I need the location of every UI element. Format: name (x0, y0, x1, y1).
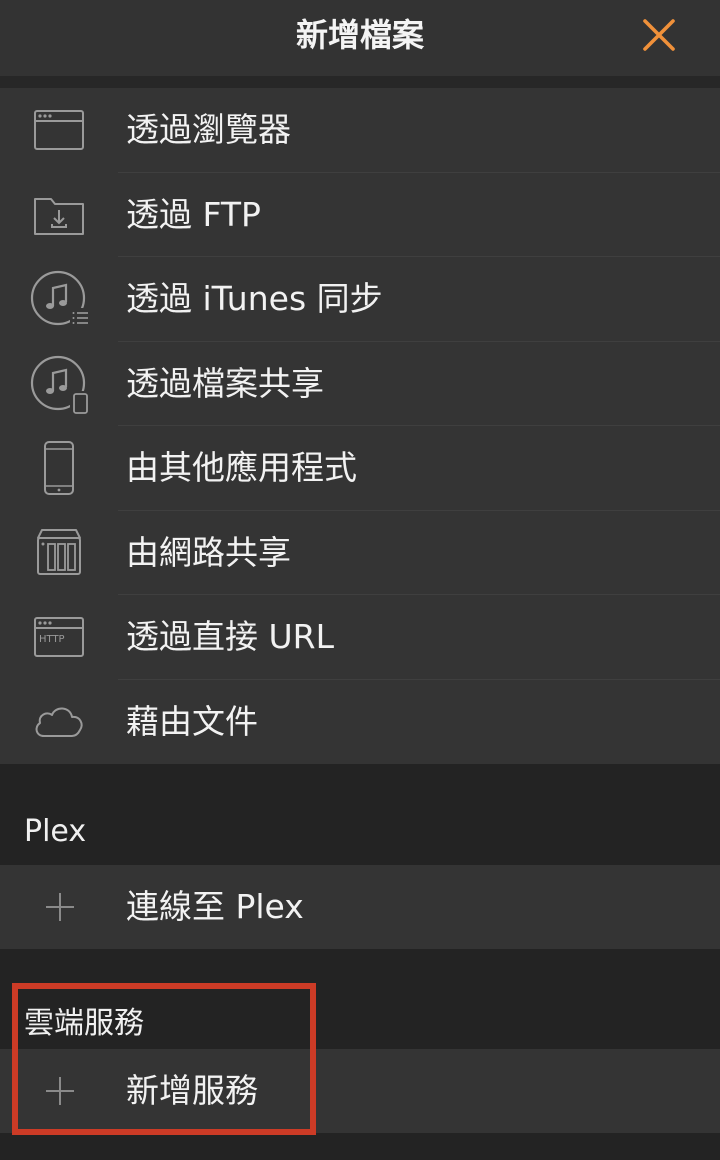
menu-item-label: 透過檔案共享 (126, 363, 324, 403)
browser-window-icon (28, 99, 90, 161)
http-window-icon: HTTP (28, 606, 90, 668)
svg-text:HTTP: HTTP (39, 634, 65, 645)
cloud-icon (28, 691, 90, 753)
menu-item-label: 由其他應用程式 (126, 448, 357, 487)
close-icon (643, 19, 675, 51)
menu-item-label: 藉由文件 (126, 701, 258, 741)
menu-item-ftp[interactable]: 透過 FTP (0, 172, 720, 257)
menu-item-label: 透過 FTP (126, 194, 261, 234)
add-service-button[interactable]: 新增服務 (0, 1049, 720, 1133)
page-title: 新增檔案 (295, 16, 424, 54)
folder-download-icon (28, 184, 90, 246)
import-source-list: 透過瀏覽器 透過 FTP 透過 iTunes 同步 透過檔案共享 由其他應用程式… (0, 88, 720, 764)
plus-icon (44, 891, 76, 923)
menu-item-label: 由網路共享 (126, 532, 291, 572)
menu-item-documents[interactable]: 藉由文件 (0, 679, 720, 764)
plus-icon (44, 1075, 76, 1107)
connect-plex-label: 連線至 Plex (126, 887, 304, 926)
menu-item-label: 透過直接 URL (126, 617, 334, 656)
itunes-sync-icon (28, 268, 90, 330)
menu-item-itunes-sync[interactable]: 透過 iTunes 同步 (0, 257, 720, 342)
section-header-cloud-services: 雲端服務 (24, 1006, 144, 1041)
phone-icon (28, 437, 90, 499)
menu-item-other-apps[interactable]: 由其他應用程式 (0, 426, 720, 511)
close-button[interactable] (634, 10, 684, 60)
top-spacer (0, 76, 720, 88)
nas-icon (28, 522, 90, 584)
section-header-plex: Plex (24, 814, 87, 849)
menu-item-file-sharing[interactable]: 透過檔案共享 (0, 341, 720, 426)
navigation-bar: 新增檔案 (0, 0, 720, 76)
menu-item-direct-url[interactable]: HTTP 透過直接 URL (0, 595, 720, 680)
menu-item-label: 透過 iTunes 同步 (126, 279, 383, 318)
menu-item-label: 透過瀏覽器 (126, 110, 291, 149)
menu-item-browser[interactable]: 透過瀏覽器 (0, 88, 720, 173)
itunes-file-sharing-icon (28, 353, 90, 415)
menu-item-network-share[interactable]: 由網路共享 (0, 510, 720, 595)
add-service-label: 新增服務 (126, 1071, 258, 1110)
connect-plex-button[interactable]: 連線至 Plex (0, 865, 720, 949)
